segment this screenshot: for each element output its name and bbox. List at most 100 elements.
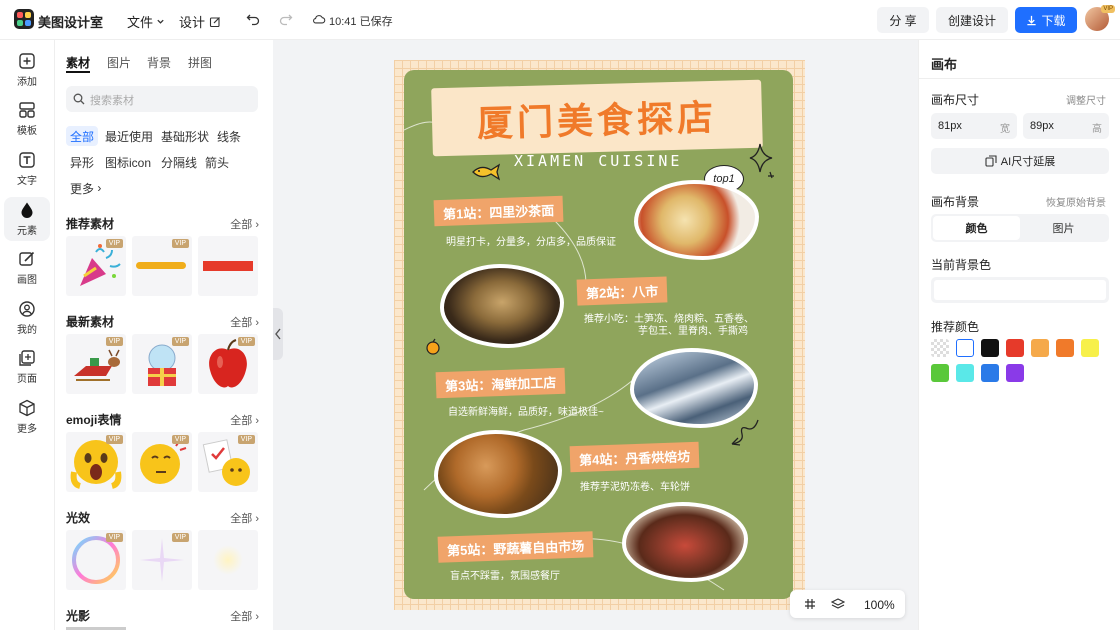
chip-irregular[interactable]: 异形: [66, 152, 98, 172]
chip-dividers[interactable]: 分隔线: [157, 152, 201, 172]
sparkle-doodle-icon: [749, 143, 774, 179]
undo-icon[interactable]: [246, 12, 260, 26]
color-swatch[interactable]: [1081, 339, 1099, 357]
cookies-photo[interactable]: [434, 430, 562, 518]
poster-board[interactable]: 厦门美食探店 XIAMEN CUISINE top1 第1站：四里沙茶面 明星打…: [404, 70, 793, 599]
rail-item-elements[interactable]: 元素: [4, 197, 50, 241]
asset-thumb[interactable]: [198, 236, 258, 296]
color-swatch[interactable]: [956, 364, 974, 382]
color-swatch[interactable]: [1006, 339, 1024, 357]
vip-badge: VIP: [237, 435, 255, 444]
poster-subtitle[interactable]: XIAMEN CUISINE: [514, 152, 682, 170]
rail-item-more[interactable]: 更多: [4, 395, 50, 439]
seafood-photo[interactable]: [630, 348, 758, 428]
asset-thumb[interactable]: VIP: [132, 530, 192, 590]
search-icon: [73, 93, 85, 105]
noodle-photo[interactable]: [634, 180, 759, 260]
station-2-desc-line2[interactable]: 芋包王、里脊肉、手撕鸡: [638, 322, 748, 337]
create-design-button[interactable]: 创建设计: [936, 7, 1008, 33]
see-all-link[interactable]: 全部 ›: [230, 412, 259, 428]
adjust-size-link[interactable]: 调整尺寸: [1066, 92, 1106, 107]
design-menu-label: 设计: [179, 15, 206, 30]
color-swatch[interactable]: [956, 339, 974, 357]
asset-thumb[interactable]: VIP: [66, 432, 126, 492]
tab-collage[interactable]: 拼图: [188, 54, 212, 71]
arrow-doodle-icon: [731, 419, 759, 446]
color-swatch[interactable]: [1006, 364, 1024, 382]
share-button[interactable]: 分 享: [877, 7, 929, 33]
zoom-level[interactable]: 100%: [864, 598, 895, 612]
poster-title[interactable]: 厦门美食探店: [431, 82, 763, 155]
station-5-desc[interactable]: 盲点不踩雷，氛围感餐厅: [450, 567, 560, 582]
chip-all[interactable]: 全部: [66, 126, 99, 146]
grid-icon[interactable]: [804, 598, 816, 610]
redo-icon[interactable]: [279, 12, 293, 26]
properties-panel: 画布 画布尺寸 调整尺寸 81px 宽 89px 高 AI尺寸延展 画布背景 恢…: [918, 40, 1120, 630]
color-swatch[interactable]: [1056, 339, 1074, 357]
station-1-title[interactable]: 第1站：四里沙茶面: [433, 195, 564, 227]
restore-bg-link[interactable]: 恢复原始背景: [1046, 194, 1106, 209]
station-1-desc[interactable]: 明星打卡，分量多，分店多，品质保证: [446, 233, 616, 248]
asset-thumb[interactable]: VIP: [66, 530, 126, 590]
tab-materials[interactable]: 素材: [66, 54, 90, 71]
asset-thumb[interactable]: VIP: [198, 432, 258, 492]
bg-tab-image[interactable]: 图片: [1020, 216, 1107, 240]
color-swatch[interactable]: [981, 339, 999, 357]
zongzi-photo[interactable]: [440, 264, 564, 348]
chip-icons[interactable]: 图标icon: [101, 152, 155, 172]
chip-more[interactable]: 更多 ›: [66, 178, 105, 198]
rail-item-text[interactable]: 文字: [4, 147, 50, 191]
chevron-left-icon: [275, 328, 281, 340]
see-all-link[interactable]: 全部 ›: [230, 314, 259, 330]
swatch-transparent[interactable]: [931, 339, 949, 357]
color-swatch[interactable]: [931, 364, 949, 382]
rail-label: 更多: [17, 424, 37, 435]
asset-thumb[interactable]: VIP: [132, 334, 192, 394]
section-title: 光效: [66, 511, 91, 525]
see-all-link[interactable]: 全部 ›: [230, 608, 259, 624]
asset-thumb[interactable]: VIP: [132, 432, 192, 492]
chip-basic-shapes[interactable]: 基础形状: [157, 126, 213, 146]
file-menu[interactable]: 文件: [127, 12, 165, 31]
vip-badge: VIP: [171, 337, 189, 346]
color-swatch[interactable]: [981, 364, 999, 382]
see-all-link[interactable]: 全部 ›: [230, 216, 259, 232]
chip-arrows[interactable]: 箭头: [201, 152, 233, 172]
asset-thumb[interactable]: VIP: [66, 236, 126, 296]
design-menu[interactable]: 设计: [179, 12, 221, 31]
template-grid-icon: [19, 102, 35, 118]
download-button[interactable]: 下载: [1015, 7, 1077, 33]
height-field[interactable]: 89px 高: [1023, 113, 1109, 139]
meat-photo[interactable]: [622, 502, 748, 582]
avatar[interactable]: VIP: [1085, 5, 1115, 31]
rail-item-draw[interactable]: 画图: [4, 246, 50, 290]
tab-underline: [66, 71, 90, 73]
ai-extend-button[interactable]: AI尺寸延展: [931, 148, 1109, 174]
station-3-desc[interactable]: 自选新鲜海鲜，品质好，味道极佳~: [448, 403, 604, 418]
station-3-title[interactable]: 第3站：海鲜加工店: [435, 367, 566, 399]
station-5-title[interactable]: 第5站：野蔬薯自由市场: [437, 531, 594, 563]
station-4-title[interactable]: 第4站：丹香烘焙坊: [569, 441, 700, 473]
see-all-link[interactable]: 全部 ›: [230, 510, 259, 526]
chip-lines[interactable]: 线条: [213, 126, 245, 146]
chip-recent[interactable]: 最近使用: [101, 126, 157, 146]
rail-item-add[interactable]: 添加: [4, 48, 50, 92]
asset-thumb[interactable]: [198, 530, 258, 590]
rail-item-template[interactable]: 模板: [4, 97, 50, 141]
color-swatch[interactable]: [1031, 339, 1049, 357]
station-2-title[interactable]: 第2站：八市: [576, 276, 668, 306]
search-input[interactable]: 搜索素材: [66, 86, 258, 112]
width-field[interactable]: 81px 宽: [931, 113, 1017, 139]
tab-background[interactable]: 背景: [147, 54, 171, 71]
asset-thumb[interactable]: VIP: [66, 334, 126, 394]
rail-item-mine[interactable]: 我的: [4, 296, 50, 340]
station-4-desc[interactable]: 推荐芋泥奶冻卷、车轮饼: [580, 478, 690, 493]
collapse-panel-handle[interactable]: [273, 308, 283, 360]
current-bg-color-field[interactable]: [931, 277, 1109, 303]
asset-thumb[interactable]: VIP: [198, 334, 258, 394]
bg-tab-color[interactable]: 颜色: [933, 216, 1020, 240]
layers-icon[interactable]: [831, 597, 845, 611]
rail-item-page[interactable]: 页面: [4, 345, 50, 389]
tab-images[interactable]: 图片: [107, 54, 131, 71]
asset-thumb[interactable]: VIP: [132, 236, 192, 296]
